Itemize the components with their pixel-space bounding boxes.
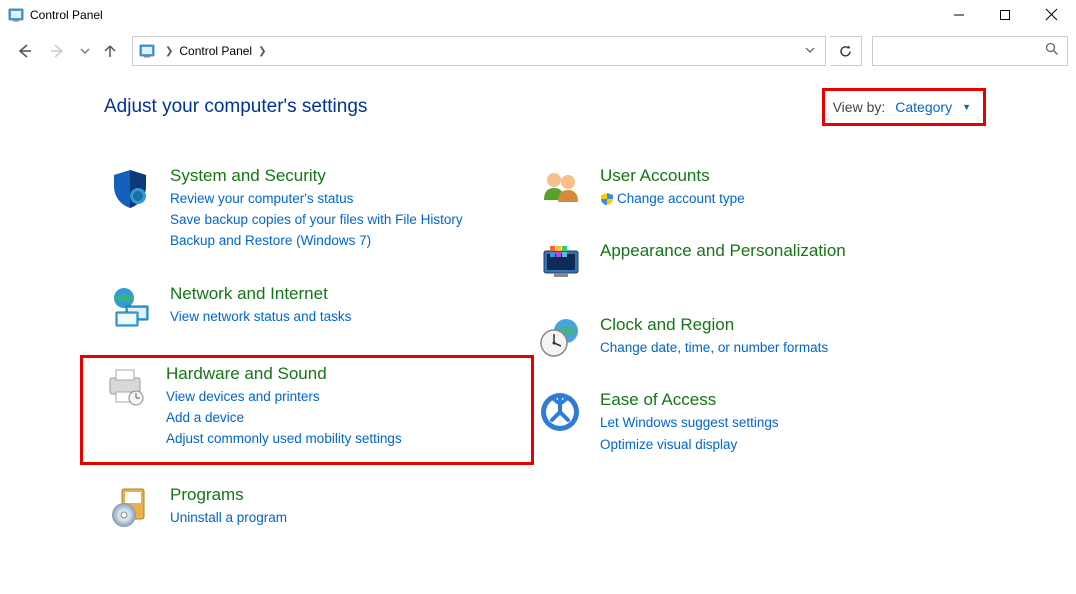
search-input[interactable]: [872, 36, 1068, 66]
chevron-right-icon[interactable]: ❯: [252, 46, 272, 57]
category-link[interactable]: Uninstall a program: [170, 509, 287, 527]
maximize-button[interactable]: [982, 0, 1028, 30]
shield-icon: [108, 166, 152, 210]
search-icon: [1045, 42, 1059, 61]
category-title[interactable]: Appearance and Personalization: [600, 241, 846, 261]
view-by-value: Category: [895, 99, 952, 115]
category-link[interactable]: Let Windows suggest settings: [600, 414, 779, 432]
category-title[interactable]: User Accounts: [600, 166, 745, 186]
refresh-button[interactable]: [830, 36, 862, 66]
category-link[interactable]: View devices and printers: [166, 388, 402, 406]
category-column-left: System and Security Review your computer…: [104, 162, 534, 556]
category-column-right: User Accounts Change account type: [534, 162, 1036, 556]
chevron-right-icon[interactable]: ❯: [159, 46, 179, 57]
link-text: Change account type: [617, 191, 745, 206]
page-heading: Adjust your computer's settings: [104, 96, 367, 118]
view-by-label: View by:: [833, 99, 886, 115]
window-titlebar: Control Panel: [0, 0, 1076, 30]
category-system-security: System and Security Review your computer…: [104, 162, 534, 258]
back-button[interactable]: [8, 35, 40, 67]
category-link[interactable]: Review your computer's status: [170, 190, 463, 208]
network-icon: [108, 284, 152, 328]
address-bar[interactable]: ❯ Control Panel ❯: [132, 36, 826, 66]
category-link[interactable]: Change account type: [600, 190, 745, 208]
category-programs: Programs Uninstall a program: [104, 481, 534, 534]
recent-locations-button[interactable]: [76, 46, 94, 56]
category-link[interactable]: Optimize visual display: [600, 436, 779, 454]
forward-button[interactable]: [42, 35, 74, 67]
clock-globe-icon: [538, 315, 582, 359]
window-title: Control Panel: [30, 8, 936, 22]
category-network-internet: Network and Internet View network status…: [104, 280, 534, 333]
uac-shield-icon: [600, 192, 614, 206]
category-title[interactable]: System and Security: [170, 166, 463, 186]
category-link[interactable]: Backup and Restore (Windows 7): [170, 232, 463, 250]
address-dropdown[interactable]: [801, 42, 819, 60]
category-title[interactable]: Clock and Region: [600, 315, 828, 335]
category-title[interactable]: Hardware and Sound: [166, 364, 402, 384]
view-by-selector[interactable]: View by: Category ▼: [822, 88, 986, 126]
category-hardware-sound: Hardware and Sound View devices and prin…: [80, 355, 534, 465]
close-button[interactable]: [1028, 0, 1074, 30]
category-ease-of-access: Ease of Access Let Windows suggest setti…: [534, 386, 1036, 460]
category-link[interactable]: Add a device: [166, 409, 402, 427]
people-icon: [538, 166, 582, 210]
category-link[interactable]: Adjust commonly used mobility settings: [166, 430, 402, 448]
printer-icon: [104, 364, 148, 408]
monitor-palette-icon: [538, 241, 582, 285]
category-title[interactable]: Programs: [170, 485, 287, 505]
category-link[interactable]: Change date, time, or number formats: [600, 339, 828, 357]
category-clock-region: Clock and Region Change date, time, or n…: [534, 311, 1036, 364]
minimize-button[interactable]: [936, 0, 982, 30]
navigation-bar: ❯ Control Panel ❯: [0, 30, 1076, 72]
category-user-accounts: User Accounts Change account type: [534, 162, 1036, 215]
category-link[interactable]: Save backup copies of your files with Fi…: [170, 211, 463, 229]
control-panel-icon: [139, 43, 155, 59]
category-title[interactable]: Ease of Access: [600, 390, 779, 410]
up-button[interactable]: [96, 43, 124, 59]
category-title[interactable]: Network and Internet: [170, 284, 351, 304]
control-panel-icon: [8, 7, 24, 23]
category-appearance: Appearance and Personalization: [534, 237, 1036, 289]
disc-box-icon: [108, 485, 152, 529]
dropdown-caret-icon: ▼: [962, 102, 971, 112]
category-link[interactable]: View network status and tasks: [170, 308, 351, 326]
ease-of-access-icon: [538, 390, 582, 434]
breadcrumb-item[interactable]: Control Panel: [179, 44, 252, 58]
content-area: Adjust your computer's settings View by:…: [0, 72, 1076, 556]
